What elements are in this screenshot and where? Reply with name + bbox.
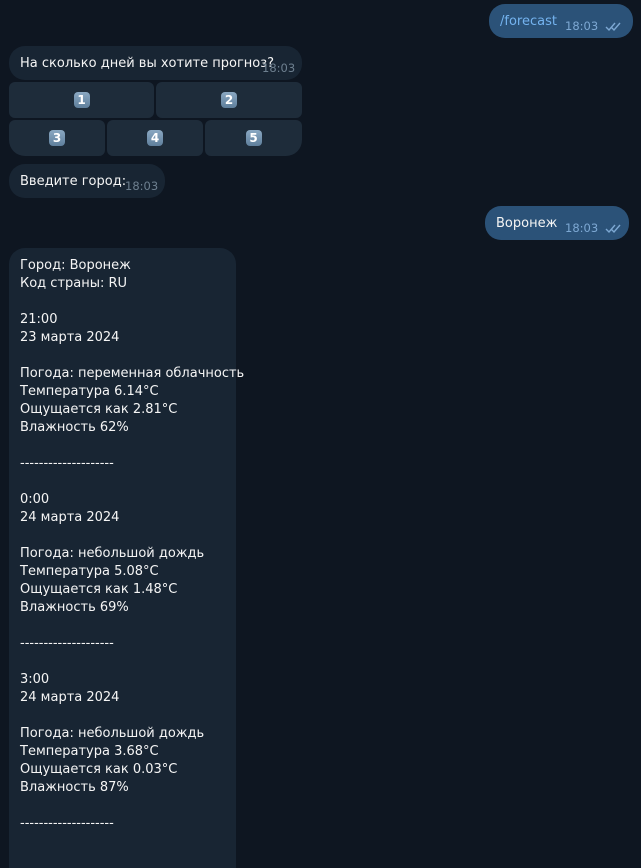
inline-button-4[interactable]: 4 bbox=[107, 120, 203, 156]
forecast-line: -------------------- bbox=[20, 636, 114, 651]
keycap-5-icon: 5 bbox=[245, 130, 262, 146]
forecast-line: Погода: небольшой дождь bbox=[20, 546, 205, 561]
inline-button-3[interactable]: 3 bbox=[9, 120, 105, 156]
message-text: Введите город: bbox=[20, 174, 127, 189]
double-check-icon bbox=[605, 22, 621, 32]
message-text: На сколько дней вы хотите прогноз? bbox=[20, 56, 275, 71]
keycap-4-icon: 4 bbox=[147, 130, 163, 146]
forecast-line: Температура 3.68°C bbox=[20, 744, 159, 759]
message-time: 18:03 bbox=[565, 19, 599, 33]
forecast-line: Влажность 87% bbox=[20, 780, 129, 795]
forecast-line: Город: Воронеж bbox=[20, 258, 131, 273]
forecast-line bbox=[20, 293, 230, 311]
message-time: 18:03 bbox=[565, 221, 599, 235]
forecast-line bbox=[20, 527, 230, 545]
forecast-line: Ощущается как 1.48°C bbox=[20, 582, 178, 597]
forecast-line: Температура 6.14°C bbox=[20, 384, 159, 399]
forecast-line bbox=[20, 707, 230, 725]
forecast-line: Погода: переменная облачность bbox=[20, 366, 245, 381]
forecast-line: Влажность 62% bbox=[20, 420, 129, 435]
forecast-line: Погода: небольшой дождь bbox=[20, 726, 205, 741]
keycap-3-icon: 3 bbox=[49, 130, 65, 146]
forecast-line: Температура 5.08°C bbox=[20, 564, 159, 579]
forecast-line: -------------------- bbox=[20, 816, 114, 831]
keycap-2-icon: 2 bbox=[221, 92, 237, 108]
double-check-icon bbox=[605, 224, 621, 234]
forecast-line: 0:00 bbox=[20, 492, 50, 507]
inline-button-1[interactable]: 1 bbox=[9, 82, 154, 118]
forecast-line: Код страны: RU bbox=[20, 276, 128, 291]
message-time: 18:03 bbox=[262, 61, 296, 75]
inline-button-2[interactable]: 2 bbox=[156, 82, 302, 118]
forecast-line: Ощущается как 0.03°C bbox=[20, 762, 178, 777]
outgoing-message-forecast-command[interactable]: /forecast 18:03 bbox=[489, 4, 633, 38]
outgoing-message-city-reply[interactable]: Воронеж 18:03 bbox=[485, 206, 629, 240]
forecast-line: 23 марта 2024 bbox=[20, 330, 120, 345]
forecast-line bbox=[20, 347, 230, 365]
forecast-line: Влажность 69% bbox=[20, 600, 129, 615]
bot-command-link[interactable]: /forecast bbox=[500, 14, 557, 29]
forecast-text: Город: Воронеж Код страны: RU 21:00 23 март… bbox=[20, 257, 245, 833]
forecast-line: 24 марта 2024 bbox=[20, 690, 120, 705]
incoming-message-city-prompt: Введите город: 18:03 bbox=[9, 164, 165, 198]
message-time: 18:03 bbox=[125, 179, 159, 193]
forecast-line: 21:00 bbox=[20, 312, 58, 327]
forecast-line: 24 марта 2024 bbox=[20, 510, 120, 525]
forecast-line: Ощущается как 2.81°C bbox=[20, 402, 178, 417]
message-text: Воронеж bbox=[496, 216, 558, 231]
forecast-line bbox=[20, 437, 230, 455]
forecast-line: -------------------- bbox=[20, 456, 114, 471]
forecast-line bbox=[20, 473, 230, 491]
forecast-line bbox=[20, 617, 230, 635]
incoming-message-days-question: На сколько дней вы хотите прогноз? 18:03 bbox=[9, 46, 302, 80]
forecast-line bbox=[20, 653, 230, 671]
forecast-line: 3:00 bbox=[20, 672, 50, 687]
inline-button-5[interactable]: 5 bbox=[205, 120, 302, 156]
keycap-1-icon: 1 bbox=[73, 92, 90, 108]
forecast-line bbox=[20, 797, 230, 815]
